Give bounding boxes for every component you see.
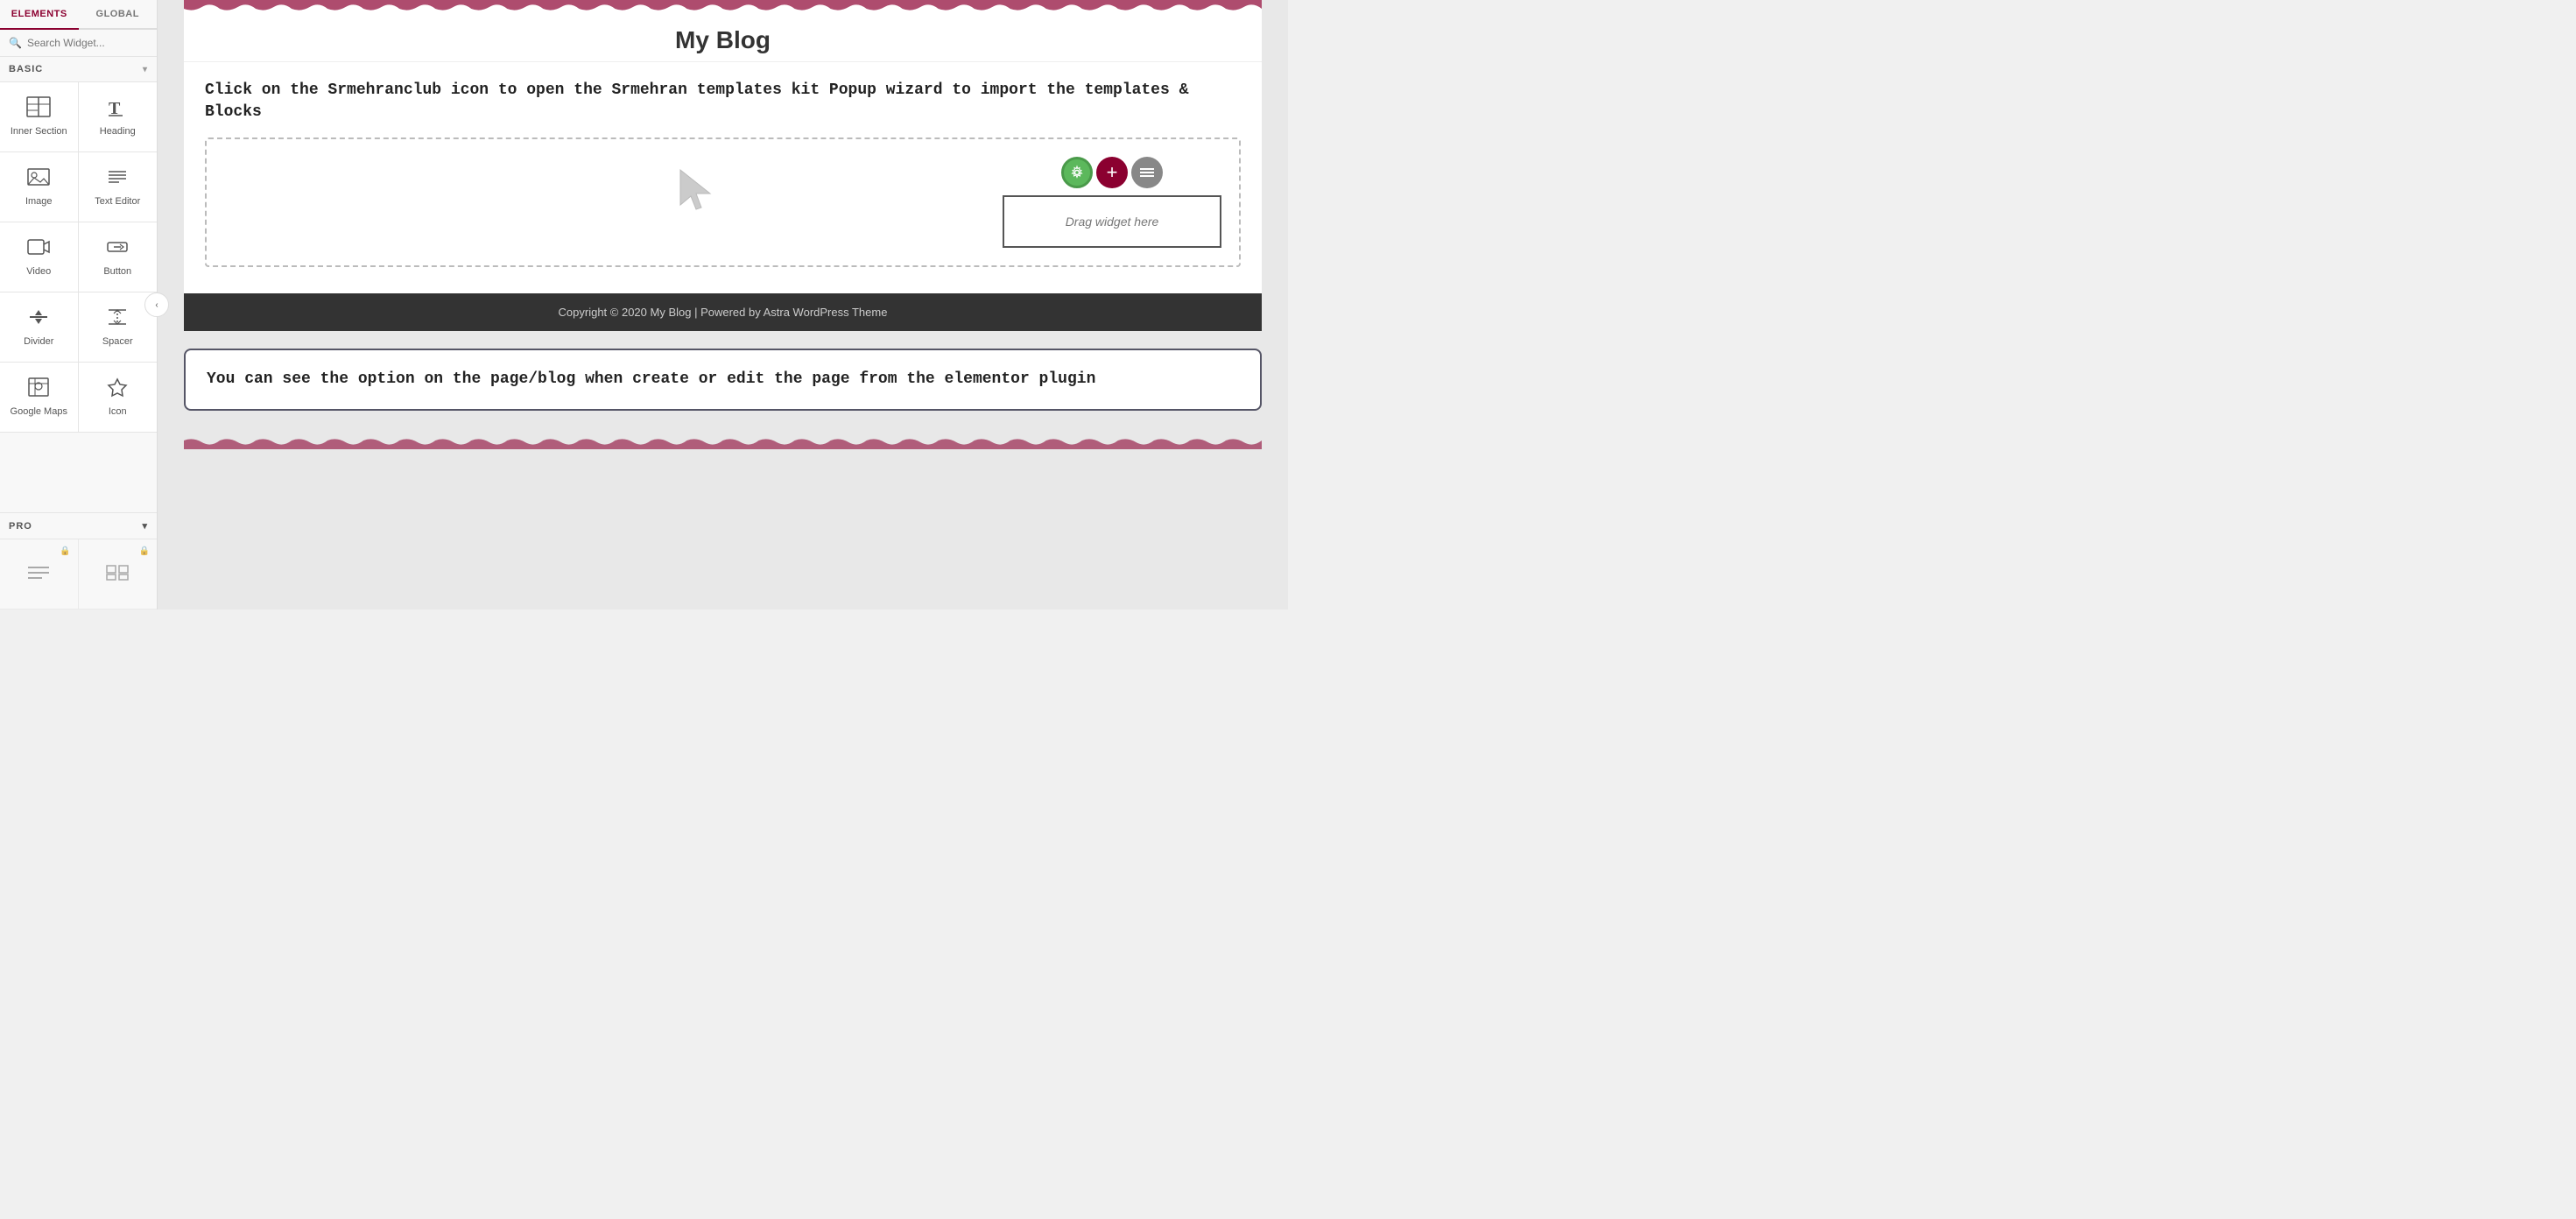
basic-section-header[interactable]: BASIC ▾ bbox=[0, 57, 157, 81]
pro-section-label: PRO bbox=[9, 521, 32, 532]
video-icon bbox=[26, 236, 51, 261]
widget-icon[interactable]: Icon bbox=[79, 363, 158, 433]
widget-text-editor-label: Text Editor bbox=[95, 196, 140, 208]
widget-google-maps-label: Google Maps bbox=[11, 406, 67, 418]
widget-video[interactable]: Video bbox=[0, 222, 79, 292]
widget-divider[interactable]: Divider bbox=[0, 292, 79, 363]
svg-text:T: T bbox=[109, 99, 121, 117]
lock-icon-2: 🔒 bbox=[139, 546, 150, 556]
widget-button-label: Button bbox=[103, 266, 131, 278]
tab-global[interactable]: GLOBAL bbox=[79, 0, 158, 30]
basic-section-label: BASIC bbox=[9, 64, 43, 74]
white-page: My Blog Click on the Srmehranclub icon t… bbox=[184, 12, 1262, 293]
widget-video-label: Video bbox=[26, 266, 51, 278]
blog-title: My Blog bbox=[675, 26, 771, 53]
pro-widget-1-icon bbox=[26, 564, 51, 585]
widget-button[interactable]: Button bbox=[79, 222, 158, 292]
pro-section-header[interactable]: PRO ▾ bbox=[0, 512, 157, 539]
footer-text: Copyright © 2020 My Blog | Powered by As… bbox=[559, 306, 888, 319]
search-icon: 🔍 bbox=[9, 37, 22, 49]
drag-area[interactable]: + Drag widget here bbox=[205, 137, 1241, 267]
text-editor-icon bbox=[105, 166, 130, 191]
footer-bar: Copyright © 2020 My Blog | Powered by As… bbox=[184, 293, 1262, 331]
widget-google-maps[interactable]: Google Maps bbox=[0, 363, 79, 433]
pro-widget-2-icon bbox=[105, 564, 130, 585]
info-box: You can see the option on the page/blog … bbox=[184, 349, 1262, 411]
pro-widget-1[interactable]: 🔒 bbox=[0, 539, 79, 610]
widget-grid: Inner Section T Heading Image bbox=[0, 81, 157, 433]
widget-image[interactable]: Image bbox=[0, 152, 79, 222]
search-input[interactable] bbox=[27, 37, 148, 49]
sidebar-collapse-button[interactable]: ‹ bbox=[144, 292, 169, 317]
chevron-down-icon: ▾ bbox=[143, 65, 148, 74]
main-content: My Blog Click on the Srmehranclub icon t… bbox=[158, 0, 1288, 610]
instruction-content: Click on the Srmehranclub icon to open t… bbox=[205, 81, 1188, 121]
pro-chevron-down-icon: ▾ bbox=[142, 520, 148, 532]
heading-icon: T bbox=[105, 96, 130, 121]
toolbar-buttons: + bbox=[1061, 157, 1163, 188]
image-icon bbox=[26, 166, 51, 191]
button-icon bbox=[105, 236, 130, 261]
widget-add-button[interactable]: + bbox=[1096, 157, 1128, 188]
widget-icon-label: Icon bbox=[109, 406, 127, 418]
spacer-after-drag bbox=[184, 267, 1262, 293]
instruction-text: Click on the Srmehranclub icon to open t… bbox=[184, 62, 1262, 137]
inner-section-icon bbox=[26, 96, 51, 121]
widget-heading[interactable]: T Heading bbox=[79, 82, 158, 152]
widget-inner-section-label: Inner Section bbox=[11, 126, 67, 137]
widget-spacer-label: Spacer bbox=[102, 336, 133, 348]
sidebar-tabs: ELEMENTS GLOBAL bbox=[0, 0, 157, 30]
widget-toolbar: + Drag widget here bbox=[1003, 157, 1221, 248]
divider-icon bbox=[26, 307, 51, 331]
info-box-text: You can see the option on the page/blog … bbox=[207, 370, 1095, 388]
widget-heading-label: Heading bbox=[100, 126, 136, 137]
drag-widget-box[interactable]: Drag widget here bbox=[1003, 195, 1221, 248]
info-box-wrapper: You can see the option on the page/blog … bbox=[158, 331, 1288, 437]
sidebar: ELEMENTS GLOBAL 🔍 BASIC ▾ Inner Section bbox=[0, 0, 158, 610]
icon-widget-icon bbox=[105, 377, 130, 401]
pro-widget-grid: 🔒 🔒 bbox=[0, 539, 157, 610]
blog-title-bar: My Blog bbox=[184, 12, 1262, 62]
drag-text: Drag widget here bbox=[1066, 215, 1159, 229]
google-maps-icon bbox=[26, 377, 51, 401]
widget-menu-button[interactable] bbox=[1131, 157, 1163, 188]
widget-settings-button[interactable] bbox=[1061, 157, 1093, 188]
widget-image-label: Image bbox=[25, 196, 53, 208]
widget-inner-section[interactable]: Inner Section bbox=[0, 82, 79, 152]
tab-elements[interactable]: ELEMENTS bbox=[0, 0, 79, 30]
widget-divider-label: Divider bbox=[24, 336, 53, 348]
widget-text-editor[interactable]: Text Editor bbox=[79, 152, 158, 222]
pro-widget-2[interactable]: 🔒 bbox=[79, 539, 158, 610]
spacer-icon bbox=[105, 307, 130, 331]
cursor-arrow bbox=[672, 166, 724, 222]
lock-icon-1: 🔒 bbox=[60, 546, 70, 556]
search-widget: 🔍 bbox=[0, 30, 157, 57]
